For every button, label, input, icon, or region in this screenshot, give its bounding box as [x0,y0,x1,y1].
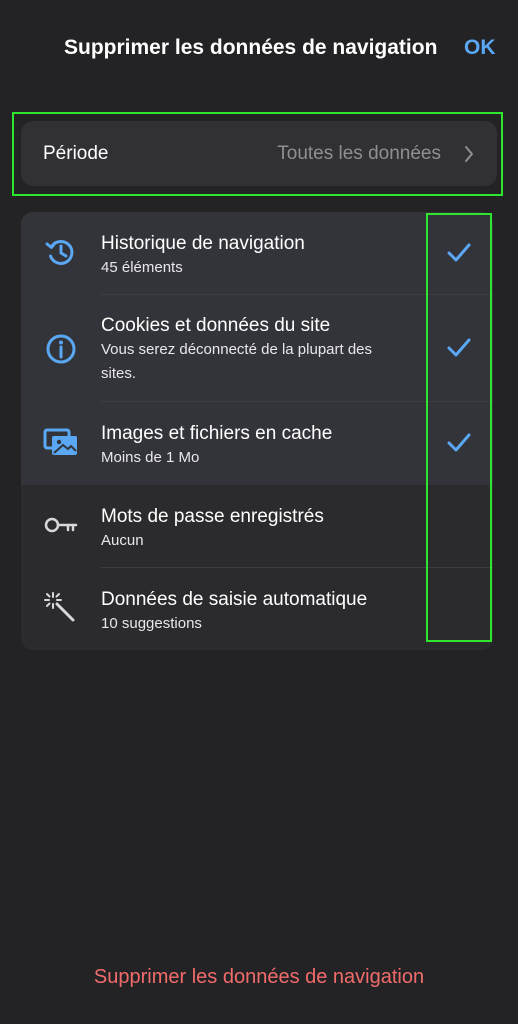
data-types-list: Historique de navigation 45 éléments Coo… [21,212,493,650]
list-item-title: Images et fichiers en cache [101,423,333,444]
info-icon [46,334,76,364]
history-icon [45,239,74,265]
ok-button[interactable]: OK [464,36,496,60]
delete-browsing-data-button[interactable]: Supprimer les données de navigation [0,966,518,989]
magic-wand-icon [44,592,75,622]
list-item-title: Historique de navigation [101,233,305,254]
list-item-cache[interactable]: Images et fichiers en cache Moins de 1 M… [21,402,493,485]
period-value: Toutes les données [277,143,441,164]
key-icon [44,517,78,533]
list-item-cookies[interactable]: Cookies et données du site Vous serez dé… [21,295,493,402]
checkmark-icon [447,243,471,262]
chevron-right-icon [465,146,473,162]
page-title: Supprimer les données de navigation [64,36,438,59]
list-item-title: Mots de passe enregistrés [101,506,324,527]
list-item-title: Cookies et données du site [101,315,331,336]
period-label: Période [43,143,109,164]
list-item-subtitle: Vous serez déconnecté de la plupart des … [101,341,373,382]
list-item-subtitle: Aucun [101,532,144,549]
list-item-subtitle: Moins de 1 Mo [101,449,200,466]
list-item-subtitle: 45 éléments [101,259,183,276]
period-selector[interactable]: Période Toutes les données [21,121,497,186]
checkmark-icon [447,433,471,452]
list-item-subtitle: 10 suggestions [101,615,202,632]
list-item-history[interactable]: Historique de navigation 45 éléments [21,212,493,295]
list-item-title: Données de saisie automatique [101,589,368,610]
images-icon [43,428,77,455]
list-item-passwords[interactable]: Mots de passe enregistrés Aucun [21,485,493,567]
checkmark-icon [447,338,471,357]
list-item-autofill[interactable]: Données de saisie automatique 10 suggest… [21,568,493,650]
header: Supprimer les données de navigation OK [0,0,518,100]
